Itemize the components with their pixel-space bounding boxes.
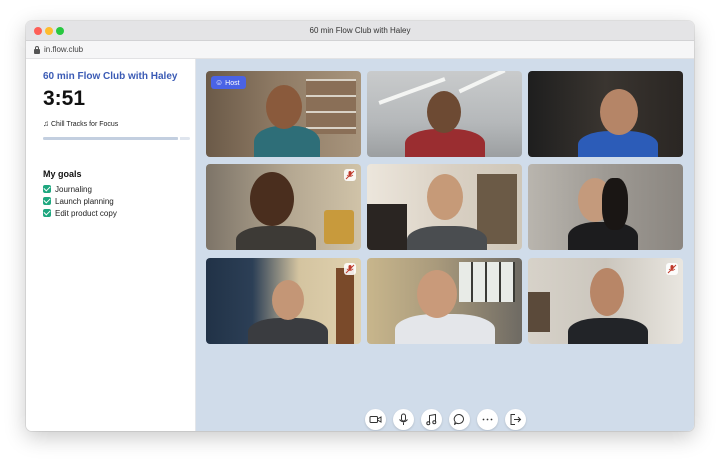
music-note-icon: [426, 413, 437, 426]
music-note-icon: ♫: [43, 119, 49, 128]
more-options-button[interactable]: [477, 409, 498, 430]
video-grid: ☺ Host: [196, 59, 694, 431]
goal-item[interactable]: Edit product copy: [43, 209, 117, 219]
music-toggle-button[interactable]: [421, 409, 442, 430]
goals-heading: My goals: [43, 169, 82, 179]
camera-toggle-button[interactable]: [365, 409, 386, 430]
video-tile-participant[interactable]: [367, 71, 522, 157]
video-tile-participant[interactable]: [528, 164, 683, 250]
video-tile-participant[interactable]: [367, 258, 522, 344]
title-bar: 60 min Flow Club with Haley: [26, 21, 694, 41]
goal-checkbox[interactable]: [43, 197, 51, 205]
session-progress-fill: [43, 137, 179, 140]
window-title: 60 min Flow Club with Haley: [309, 26, 411, 35]
microphone-muted-icon: [345, 170, 355, 180]
session-timer: 3:51: [43, 87, 86, 110]
goal-label: Edit product copy: [55, 209, 117, 218]
video-tile-participant[interactable]: [528, 258, 683, 344]
video-tile-participant[interactable]: [528, 71, 683, 157]
video-tile-host[interactable]: ☺ Host: [206, 71, 361, 157]
session-progress-bar: [43, 137, 190, 140]
host-label: Host: [225, 80, 240, 87]
microphone-muted-icon: [345, 264, 355, 274]
video-camera-icon: [369, 416, 382, 423]
goal-item[interactable]: Launch planning: [43, 197, 114, 207]
music-track-label: Chill Tracks for Focus: [51, 121, 119, 128]
session-progress-marker: [178, 137, 181, 140]
video-tile-participant[interactable]: [206, 164, 361, 250]
url-text[interactable]: in.flow.club: [44, 45, 83, 54]
goal-label: Journaling: [55, 185, 92, 194]
call-controls: [196, 409, 694, 431]
video-tile-participant[interactable]: [367, 164, 522, 250]
browser-window: 60 min Flow Club with Haley in.flow.club…: [26, 21, 694, 431]
muted-indicator: [344, 169, 356, 181]
goal-checkbox[interactable]: [43, 185, 51, 193]
person-icon: ☺: [215, 78, 224, 87]
music-track[interactable]: ♫ Chill Tracks for Focus: [43, 119, 118, 128]
leave-icon: [510, 414, 522, 425]
goal-item[interactable]: Journaling: [43, 185, 92, 195]
host-badge: ☺ Host: [211, 76, 246, 89]
session-title: 60 min Flow Club with Haley: [43, 71, 178, 82]
session-sidebar: 60 min Flow Club with Haley 3:51 ♫ Chill …: [26, 59, 196, 431]
microphone-toggle-button[interactable]: [393, 409, 414, 430]
muted-indicator: [666, 263, 678, 275]
microphone-muted-icon: [667, 264, 677, 274]
address-bar[interactable]: in.flow.club: [26, 41, 694, 59]
goal-label: Launch planning: [55, 197, 114, 206]
chat-button[interactable]: [449, 409, 470, 430]
video-tile-participant[interactable]: [206, 258, 361, 344]
microphone-icon: [399, 413, 408, 425]
more-dots-icon: [482, 418, 493, 421]
lock-icon: [34, 46, 40, 54]
muted-indicator: [344, 263, 356, 275]
leave-session-button[interactable]: [505, 409, 526, 430]
goal-checkbox[interactable]: [43, 209, 51, 217]
chat-bubble-icon: [453, 414, 464, 426]
